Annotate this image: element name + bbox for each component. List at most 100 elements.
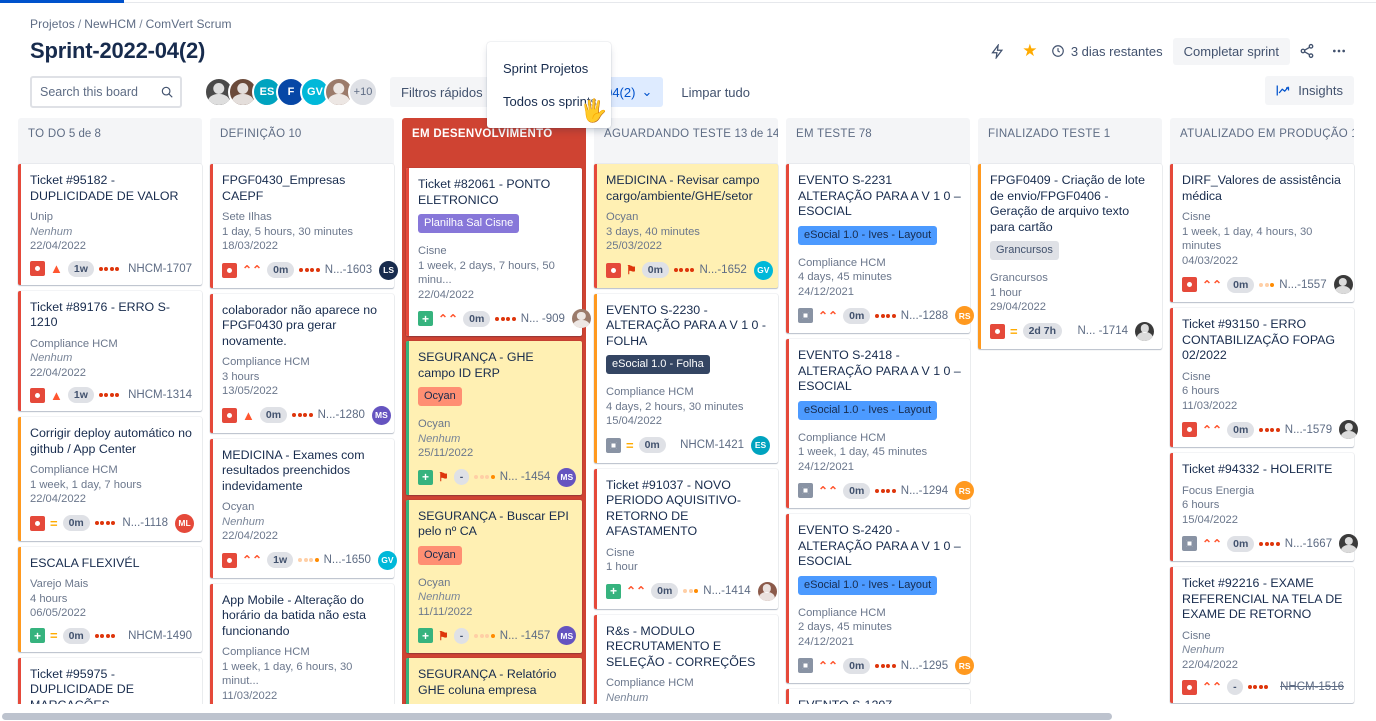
menu-item-sprint-projetos[interactable]: Sprint Projetos bbox=[487, 52, 611, 85]
card[interactable]: DIRF_Valores de assistência médica Cisne 1… bbox=[1170, 164, 1354, 302]
card-key[interactable]: N...-1294 bbox=[901, 485, 950, 497]
menu-item-todos-os-sprints[interactable]: Todos os sprints bbox=[487, 85, 611, 118]
card[interactable]: Ticket #94332 - HOLERITE Focus Energia 6 h… bbox=[1170, 453, 1359, 561]
card-key[interactable]: N...-1295 bbox=[901, 660, 950, 672]
card-key[interactable]: N...-1652 bbox=[699, 264, 748, 276]
card-assignee-avatar[interactable]: MS bbox=[557, 467, 577, 487]
card-key[interactable]: NHCM-1516 bbox=[1280, 681, 1346, 693]
breadcrumb-projetos[interactable]: Projetos bbox=[30, 17, 75, 31]
card[interactable]: MEDICINA - Revisar campo cargo/ambiente/… bbox=[594, 164, 778, 288]
time-estimate-badge[interactable]: - bbox=[453, 469, 470, 485]
time-estimate-badge[interactable]: 0m bbox=[638, 437, 666, 453]
time-estimate-badge[interactable]: 0m bbox=[267, 262, 295, 278]
card[interactable]: SEGURANÇA - Buscar EPI pelo nº CA Ocyan Oc… bbox=[406, 499, 582, 653]
search-input[interactable] bbox=[30, 76, 182, 108]
insights-button[interactable]: Insights bbox=[1265, 76, 1354, 105]
sprint-dropdown-menu[interactable]: Sprint Projetos Todos os sprints bbox=[487, 42, 611, 128]
time-estimate-badge[interactable]: - bbox=[1227, 679, 1243, 695]
time-estimate-badge[interactable]: 1w bbox=[267, 552, 294, 568]
bug-type-icon[interactable] bbox=[222, 407, 237, 423]
time-estimate-badge[interactable]: 0m bbox=[1227, 535, 1255, 552]
card-key[interactable]: N... -1457 bbox=[500, 630, 553, 642]
card-key[interactable]: N...-1650 bbox=[324, 554, 373, 566]
time-estimate-badge[interactable]: 0m bbox=[62, 627, 90, 644]
card-key[interactable]: N...-1288 bbox=[901, 310, 950, 322]
card-key[interactable]: NHCM-1707 bbox=[128, 263, 194, 275]
card-assignee-avatar[interactable]: GV bbox=[377, 550, 397, 570]
card-key[interactable]: N...-1557 bbox=[1279, 279, 1328, 291]
story-type-icon[interactable]: + bbox=[418, 311, 433, 326]
card[interactable]: Ticket #93150 - ERRO CONTABILIZAÇÃO FOPA… bbox=[1170, 308, 1359, 447]
bug-type-icon[interactable] bbox=[1182, 679, 1197, 695]
card-key[interactable]: N...-1579 bbox=[1285, 424, 1334, 436]
card[interactable]: FPGF0430_Empresas CAEPF Sete Ilhas 1 day, … bbox=[210, 164, 399, 288]
card[interactable]: ESCALA FLEXIVÉL Varejo Mais 4 hours 06/05/2… bbox=[18, 546, 202, 652]
story-type-icon[interactable]: + bbox=[606, 583, 621, 599]
time-estimate-badge[interactable]: 0m bbox=[843, 482, 871, 499]
card-key[interactable]: NHCM-1314 bbox=[128, 389, 194, 401]
card[interactable]: EVENTO S-2420 - ALTERAÇÃO PARA A V 1 0 –… bbox=[786, 514, 975, 683]
card[interactable]: EVENTO S-2231 ALTERAÇÃO PARA A V 1 0 – E… bbox=[786, 164, 975, 333]
more-actions-icon[interactable] bbox=[1324, 36, 1354, 66]
breadcrumb-comvert-scrum[interactable]: ComVert Scrum bbox=[146, 17, 232, 31]
card[interactable]: EVENTO S-2230 - ALTERAÇÃO PARA A V 1 0 -… bbox=[594, 293, 778, 463]
card-assignee-avatar[interactable]: ES bbox=[751, 435, 770, 455]
card-key[interactable]: N...-1118 bbox=[122, 517, 170, 529]
time-estimate-badge[interactable]: 0m bbox=[641, 262, 669, 278]
card-assignee-avatar[interactable]: MS bbox=[557, 626, 577, 645]
bug-type-icon[interactable] bbox=[606, 262, 621, 278]
card[interactable]: Corrigir deploy automático no github / A… bbox=[18, 417, 202, 541]
card-assignee-avatar[interactable] bbox=[757, 581, 777, 601]
card-key[interactable]: N... -1714 bbox=[1078, 325, 1131, 337]
time-estimate-badge[interactable]: 0m bbox=[259, 407, 288, 423]
card-assignee-avatar[interactable]: LS bbox=[379, 260, 399, 280]
card-key[interactable]: N...-1667 bbox=[1285, 538, 1334, 550]
time-estimate-badge[interactable]: 0m bbox=[463, 310, 491, 327]
time-estimate-badge[interactable]: 0m bbox=[62, 515, 90, 531]
card-assignee-avatar[interactable]: MS bbox=[371, 405, 391, 425]
breadcrumb-newhcm[interactable]: NewHCM bbox=[84, 17, 136, 31]
card-assignee-avatar[interactable]: RS bbox=[955, 656, 975, 675]
avatar-more[interactable]: +10 bbox=[348, 77, 378, 107]
card-assignee-avatar[interactable] bbox=[1339, 534, 1359, 553]
card-key[interactable]: N... -1454 bbox=[500, 471, 553, 483]
time-estimate-badge[interactable]: 0m bbox=[843, 657, 871, 674]
card[interactable]: App Mobile - Alteração do horário da bat… bbox=[210, 583, 394, 704]
card-assignee-avatar[interactable] bbox=[1339, 420, 1359, 439]
card-assignee-avatar[interactable] bbox=[1333, 275, 1353, 294]
card-assignee-avatar[interactable] bbox=[571, 309, 591, 328]
task-type-icon[interactable] bbox=[798, 658, 813, 673]
card-assignee-avatar[interactable]: RS bbox=[955, 481, 975, 500]
card-key[interactable]: N... -909 bbox=[521, 313, 567, 325]
clear-all-button[interactable]: Limpar tudo bbox=[675, 78, 756, 107]
bug-type-icon[interactable] bbox=[1182, 277, 1197, 292]
scrollbar-thumb[interactable] bbox=[2, 713, 1112, 720]
task-type-icon[interactable] bbox=[798, 483, 813, 498]
time-estimate-badge[interactable]: 0m bbox=[1227, 276, 1255, 293]
card[interactable]: Ticket #92216 - EXAME REFERENCIAL NA TEL… bbox=[1170, 567, 1354, 703]
card[interactable]: colaborador não aparece no FPGF0430 pra … bbox=[210, 293, 394, 433]
card[interactable]: EVENTO S-2418 - ALTERAÇÃO PARA A V 1 0 –… bbox=[786, 339, 975, 508]
story-type-icon[interactable]: + bbox=[418, 628, 433, 643]
card[interactable]: MEDICINA - Exames com resultados preench… bbox=[210, 438, 397, 578]
time-estimate-badge[interactable]: 0m bbox=[1227, 421, 1255, 438]
card[interactable]: SEGURANÇA - GHE campo ID ERP Ocyan Ocyan Ne… bbox=[406, 341, 582, 495]
time-estimate-badge[interactable]: 0m bbox=[843, 307, 871, 324]
story-type-icon[interactable]: + bbox=[30, 628, 45, 643]
time-estimate-badge[interactable]: 1w bbox=[67, 387, 94, 403]
time-estimate-badge[interactable]: 2d 7h bbox=[1022, 323, 1063, 339]
card[interactable]: R&s - MODULO RECRUTAMENTO E SELEÇÃO - CO… bbox=[594, 614, 778, 704]
star-icon[interactable]: ★ bbox=[1015, 36, 1045, 66]
card[interactable]: SEGURANÇA - Relatório GHE coluna empresa… bbox=[406, 658, 582, 704]
story-type-icon[interactable]: + bbox=[418, 469, 433, 485]
bug-type-icon[interactable] bbox=[30, 387, 45, 403]
share-icon[interactable] bbox=[1292, 36, 1322, 66]
card[interactable]: FPGF0409 - Criação de lote de envio/FPGF… bbox=[978, 164, 1162, 349]
card[interactable]: Ticket #89176 - ERRO S-1210 Compliance HC… bbox=[18, 290, 202, 411]
bug-type-icon[interactable] bbox=[1182, 422, 1197, 437]
card[interactable]: EVENTO S-1207 ALTERAÇÃO PARA A V 1 0 – E… bbox=[786, 689, 970, 704]
bug-type-icon[interactable] bbox=[990, 323, 1005, 339]
bug-type-icon[interactable] bbox=[222, 552, 237, 568]
card-key[interactable]: NHCM-1421 bbox=[680, 439, 746, 451]
card-key[interactable]: N...-1603 bbox=[325, 264, 374, 276]
